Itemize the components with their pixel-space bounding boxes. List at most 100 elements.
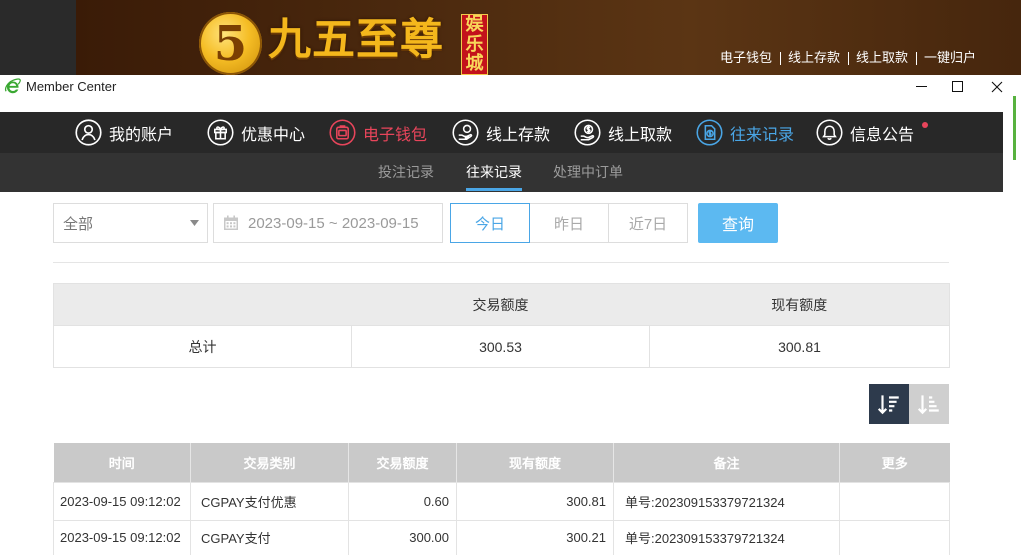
nav-item-label: 线上取款 (608, 126, 673, 144)
tab-label: 投注记录 (378, 164, 434, 180)
sort-ascending-button[interactable] (909, 384, 949, 424)
chevron-down-icon (190, 220, 199, 226)
deposit-icon (452, 119, 479, 146)
header-remarks[interactable]: 备注 (613, 443, 840, 482)
tab-label: 往来记录 (466, 164, 522, 180)
background-window-edge (1013, 96, 1016, 160)
tab-transaction-records[interactable]: 往来记录 (466, 153, 522, 192)
range-label: 近7日 (628, 215, 668, 233)
summary-header-cell (53, 283, 352, 326)
maximize-button[interactable] (940, 75, 974, 98)
cell-transaction-type: CGPAY支付 (190, 519, 349, 555)
cell-remarks: 单号:202309153379721324 (613, 519, 840, 555)
sort-descending-button[interactable] (869, 384, 909, 424)
left-dark-strip (0, 0, 76, 75)
records-header-row: 时间 交易类别 交易额度 现有额度 备注 更多 (53, 443, 950, 482)
minimize-icon (915, 86, 927, 87)
summary-total-label: 总计 (53, 325, 352, 368)
nav-item-label: 优惠中心 (241, 126, 306, 144)
cell-time: 2023-09-15 09:12:02 (53, 481, 191, 521)
top-link-wallet[interactable]: 电子钱包 (712, 49, 780, 67)
table-row[interactable]: 2023-09-15 09:12:02 CGPAY支付 300.00 300.2… (53, 519, 950, 555)
logo-digit: 5 (213, 15, 248, 72)
header-transaction-type[interactable]: 交易类别 (190, 443, 349, 482)
nav-item-promotions[interactable]: 优惠中心 (207, 112, 305, 153)
nav-item-transaction-records[interactable]: 往来记录 (696, 112, 794, 153)
quick-range-today[interactable]: 今日 (450, 203, 530, 243)
minimize-button[interactable] (904, 75, 938, 98)
tab-pending-orders[interactable]: 处理中订单 (553, 153, 623, 192)
close-icon (991, 81, 1003, 92)
tab-label: 处理中订单 (553, 164, 623, 180)
cell-transaction-type: CGPAY支付优惠 (190, 481, 349, 521)
sub-nav: 投注记录 往来记录 处理中订单 (0, 153, 1003, 192)
ie-icon (4, 78, 21, 94)
withdraw-icon (574, 119, 601, 146)
main-nav: 我的账户 优惠中心 电子钱包 线上存款 线上取款 往来记录 信息公告 (0, 112, 1003, 153)
summary-header-transaction-amount: 交易额度 (351, 283, 650, 326)
header-time[interactable]: 时间 (53, 443, 191, 482)
logo-circle: 5 (199, 12, 262, 75)
window-title: Member Center (26, 79, 117, 94)
maximize-icon (951, 81, 963, 92)
records-icon (696, 119, 723, 146)
nav-item-announcements[interactable]: 信息公告 (816, 112, 914, 153)
top-link-withdraw[interactable]: 线上取款 (848, 49, 916, 67)
summary-header-current-balance: 现有额度 (649, 283, 950, 326)
summary-current-balance: 300.81 (649, 325, 950, 368)
table-row[interactable]: 2023-09-15 09:12:02 CGPAY支付优惠 0.60 300.8… (53, 481, 950, 521)
nav-item-label: 我的账户 (109, 126, 174, 144)
nav-item-label: 电子钱包 (363, 126, 428, 144)
cell-transaction-amount: 0.60 (348, 481, 457, 521)
date-range-input[interactable]: 2023-09-15 ~ 2023-09-15 (213, 203, 443, 243)
user-icon (75, 119, 102, 146)
range-label: 今日 (474, 215, 505, 233)
nav-item-online-deposit[interactable]: 线上存款 (452, 112, 550, 153)
query-button[interactable]: 查询 (698, 203, 778, 243)
select-value: 全部 (63, 215, 94, 233)
cell-time: 2023-09-15 09:12:02 (53, 519, 191, 555)
nav-item-my-account[interactable]: 我的账户 (75, 112, 173, 153)
cell-transaction-amount: 300.00 (348, 519, 457, 555)
range-label: 昨日 (553, 215, 584, 233)
header-current-balance[interactable]: 现有额度 (456, 443, 614, 482)
gift-icon (207, 119, 234, 146)
cell-current-balance: 300.21 (456, 519, 614, 555)
records-table: 时间 交易类别 交易额度 现有额度 备注 更多 2023-09-15 09:12… (53, 443, 950, 555)
bell-icon (816, 119, 843, 146)
notification-dot (922, 122, 928, 128)
cell-remarks: 单号:202309153379721324 (613, 481, 840, 521)
nav-item-label: 信息公告 (850, 126, 915, 144)
tab-bet-records[interactable]: 投注记录 (378, 153, 434, 192)
transaction-type-select[interactable]: 全部 (53, 203, 208, 243)
divider (53, 262, 949, 263)
sort-descending-icon (877, 395, 899, 415)
nav-item-label: 往来记录 (730, 126, 795, 144)
quick-range-yesterday[interactable]: 昨日 (529, 203, 609, 243)
summary-row: 总计 300.53 300.81 (53, 325, 950, 368)
header-more[interactable]: 更多 (839, 443, 950, 482)
nav-item-online-withdraw[interactable]: 线上取款 (574, 112, 672, 153)
window-titlebar[interactable]: Member Center (0, 75, 1021, 98)
brand-name: 九五至尊 (268, 16, 444, 64)
background-site-header: 5 九五至尊 娱乐城 电子钱包 线上存款 线上取款 一键归户 (0, 0, 1021, 75)
nav-item-label: 线上存款 (486, 126, 551, 144)
cell-more[interactable] (839, 519, 950, 555)
cell-more[interactable] (839, 481, 950, 521)
header-transaction-amount[interactable]: 交易额度 (348, 443, 457, 482)
wallet-icon (329, 119, 356, 146)
nav-item-e-wallet[interactable]: 电子钱包 (329, 112, 427, 153)
top-link-deposit[interactable]: 线上存款 (780, 49, 848, 67)
quick-range-7-days[interactable]: 近7日 (608, 203, 688, 243)
active-tab-underline (466, 188, 522, 191)
summary-header-row: 交易额度 现有额度 (53, 283, 950, 326)
calendar-icon (224, 215, 238, 230)
top-link-consolidate[interactable]: 一键归户 (916, 49, 984, 67)
sort-ascending-icon (917, 395, 939, 415)
close-button[interactable] (980, 75, 1014, 98)
summary-table: 交易额度 现有额度 总计 300.53 300.81 (53, 283, 950, 368)
date-range-value: 2023-09-15 ~ 2023-09-15 (248, 214, 419, 232)
summary-transaction-amount: 300.53 (351, 325, 650, 368)
top-links: 电子钱包 线上存款 线上取款 一键归户 (712, 49, 984, 67)
brand-badge: 娱乐城 (461, 14, 488, 75)
